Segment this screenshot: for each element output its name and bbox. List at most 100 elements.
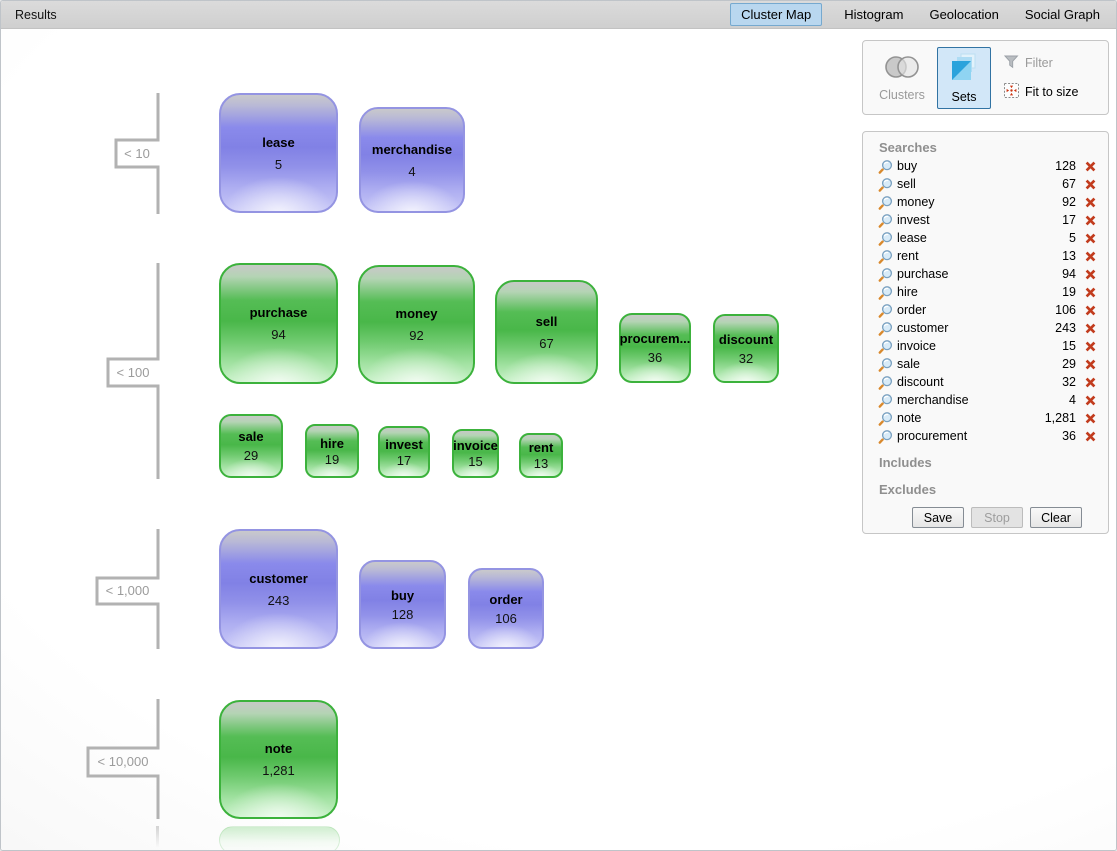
search-count: 5 [1040,231,1076,245]
bucket-label: < 10,000 [91,750,155,774]
search-label: merchandise [897,393,1040,407]
tab-social-graph[interactable]: Social Graph [1021,4,1104,25]
search-item-lease[interactable]: lease5 [863,229,1108,247]
tile-count: 67 [539,336,553,351]
search-icon [878,267,893,282]
cluster-tile-order[interactable]: order 106 [468,568,544,649]
cluster-tile-invoice[interactable]: invoice15 [452,429,499,478]
tile-count: 1,281 [262,763,295,778]
cluster-tile-discount[interactable]: discount32 [713,314,779,383]
delete-search-icon[interactable] [1085,341,1096,352]
search-item-buy[interactable]: buy128 [863,157,1108,175]
filter-button[interactable]: Filter [1004,55,1079,72]
search-count: 36 [1040,429,1076,443]
note-tile-reflection [219,826,340,850]
tile-count: 32 [739,351,753,366]
search-item-sale[interactable]: sale29 [863,355,1108,373]
search-count: 92 [1040,195,1076,209]
cluster-tile-buy[interactable]: buy128 [359,560,446,649]
search-label: invoice [897,339,1040,353]
fit-to-size-button[interactable]: Fit to size [1004,83,1079,101]
tile-count: 36 [648,350,662,365]
cluster-tile-lease[interactable]: lease5 [219,93,338,213]
delete-search-icon[interactable] [1085,251,1096,262]
tile-label: order [489,592,522,607]
tile-count: 106 [495,611,517,626]
filter-label: Filter [1025,56,1053,70]
delete-search-icon[interactable] [1085,269,1096,280]
delete-search-icon[interactable] [1085,233,1096,244]
sets-button[interactable]: Sets [937,47,991,109]
delete-search-icon[interactable] [1085,287,1096,298]
clear-button[interactable]: Clear [1030,507,1082,528]
cluster-map-canvas[interactable]: lease5merchandise4purchase94money92sell6… [1,29,1116,850]
search-item-money[interactable]: money92 [863,193,1108,211]
delete-search-icon[interactable] [1085,413,1096,424]
search-item-discount[interactable]: discount32 [863,373,1108,391]
search-icon [878,393,893,408]
tile-label: lease [262,135,295,150]
delete-search-icon[interactable] [1085,431,1096,442]
cluster-tile-note[interactable]: note1,281 [219,700,338,819]
cluster-tile-procurem[interactable]: procurem...36 [619,313,691,383]
cluster-tile-hire[interactable]: hire19 [305,424,359,478]
delete-search-icon[interactable] [1085,161,1096,172]
search-item-customer[interactable]: customer243 [863,319,1108,337]
tile-count: 243 [268,593,290,608]
cluster-tile-invest[interactable]: invest17 [378,426,430,478]
search-label: rent [897,249,1040,263]
search-item-procurement[interactable]: procurement36 [863,427,1108,445]
cluster-tile-money[interactable]: money92 [358,265,475,384]
tab-histogram[interactable]: Histogram [840,4,907,25]
search-label: purchase [897,267,1040,281]
delete-search-icon[interactable] [1085,377,1096,388]
search-item-purchase[interactable]: purchase94 [863,265,1108,283]
search-item-hire[interactable]: hire19 [863,283,1108,301]
search-icon [878,303,893,318]
delete-search-icon[interactable] [1085,395,1096,406]
search-label: sale [897,357,1040,371]
search-count: 13 [1040,249,1076,263]
search-item-order[interactable]: order106 [863,301,1108,319]
save-button[interactable]: Save [912,507,964,528]
sets-label: Sets [951,90,976,104]
search-item-invest[interactable]: invest17 [863,211,1108,229]
tab-geolocation[interactable]: Geolocation [925,4,1002,25]
tab-bar: Cluster Map Histogram Geolocation Social Gr… [730,3,1104,26]
fit-to-size-label: Fit to size [1025,85,1079,99]
cluster-tile-rent[interactable]: rent13 [519,433,563,478]
search-item-note[interactable]: note1,281 [863,409,1108,427]
tile-count: 92 [409,328,423,343]
excludes-heading: Excludes [879,482,1108,497]
tile-label: hire [320,436,344,451]
search-count: 128 [1040,159,1076,173]
search-item-merchandise[interactable]: merchandise4 [863,391,1108,409]
clusters-button[interactable]: Clusters [871,48,933,108]
delete-search-icon[interactable] [1085,305,1096,316]
cluster-tile-merchandise[interactable]: merchandise4 [359,107,465,213]
cluster-tile-purchase[interactable]: purchase94 [219,263,338,384]
search-item-invoice[interactable]: invoice15 [863,337,1108,355]
delete-search-icon[interactable] [1085,197,1096,208]
stop-button[interactable]: Stop [971,507,1023,528]
delete-search-icon[interactable] [1085,323,1096,334]
tile-count: 19 [325,452,339,467]
search-item-sell[interactable]: sell67 [863,175,1108,193]
cluster-tile-sell[interactable]: sell67 [495,280,598,384]
tile-count: 29 [244,448,258,463]
tab-cluster-map[interactable]: Cluster Map [730,3,822,26]
search-count: 1,281 [1040,411,1076,425]
cluster-tile-customer[interactable]: customer243 [219,529,338,649]
sets-icon [949,52,979,87]
delete-search-icon[interactable] [1085,359,1096,370]
search-label: discount [897,375,1040,389]
toolbar-options: Filter Fit to size [1004,55,1079,101]
cluster-tile-sale[interactable]: sale29 [219,414,283,478]
tile-label: merchandise [372,142,452,157]
search-count: 67 [1040,177,1076,191]
search-label: invest [897,213,1040,227]
delete-search-icon[interactable] [1085,179,1096,190]
tile-count: 15 [468,454,482,469]
search-item-rent[interactable]: rent13 [863,247,1108,265]
delete-search-icon[interactable] [1085,215,1096,226]
